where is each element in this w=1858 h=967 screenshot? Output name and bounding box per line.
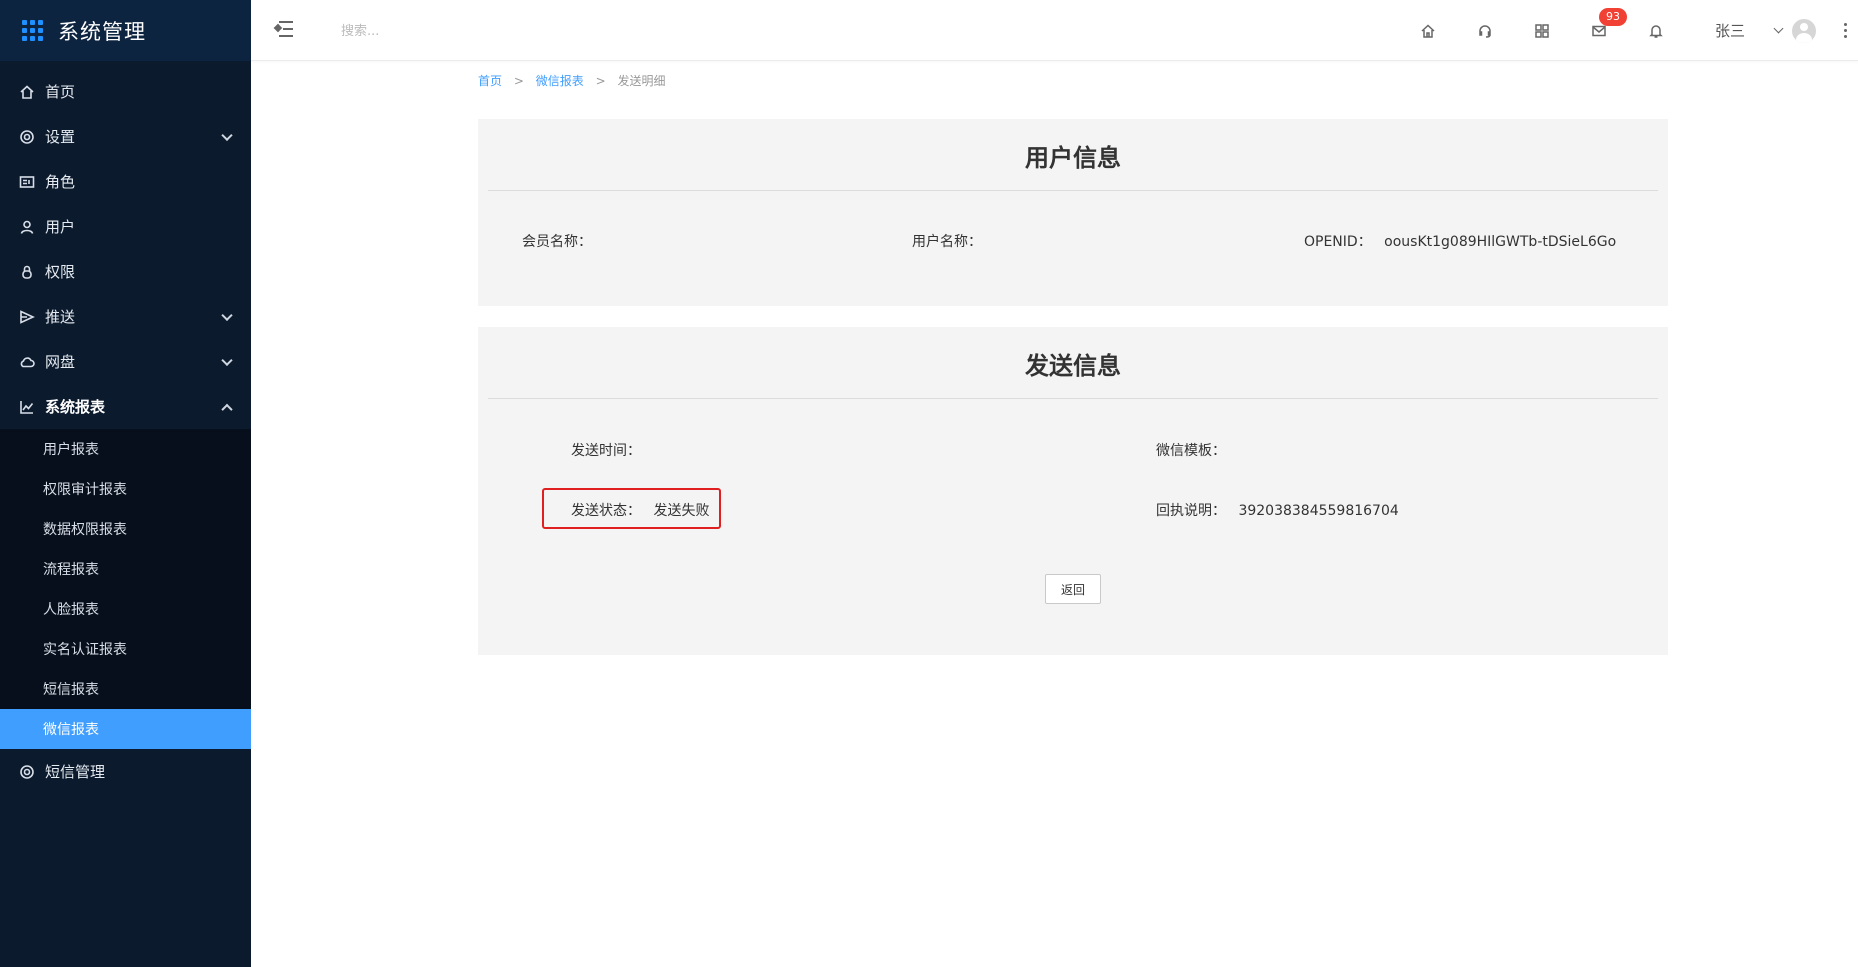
sidebar-item-settings[interactable]: 设置 xyxy=(0,114,251,159)
send-status-label: 发送状态： xyxy=(571,503,641,519)
sidebar-item-label: 用户 xyxy=(45,218,76,236)
chevron-down-icon xyxy=(221,354,233,366)
chevron-up-icon xyxy=(221,403,233,415)
member-name-field: 会员名称： xyxy=(522,231,600,251)
mail-button[interactable]: 93 xyxy=(1571,0,1628,61)
submenu-item-workflow-report[interactable]: 流程报表 xyxy=(0,549,251,589)
submenu-item-permission-audit-report[interactable]: 权限审计报表 xyxy=(0,469,251,509)
breadcrumb-home[interactable]: 首页 xyxy=(478,74,502,88)
search-input[interactable] xyxy=(341,18,561,44)
send-time-label: 发送时间： xyxy=(571,443,641,459)
app-title: 系统管理 xyxy=(58,19,146,44)
breadcrumb-separator: > xyxy=(513,74,524,88)
sidebar-nav-lower: 短信管理 xyxy=(0,749,251,794)
sidebar-item-label: 角色 xyxy=(45,173,76,191)
sidebar-item-roles[interactable]: 角色 xyxy=(0,159,251,204)
template-label: 微信模板： xyxy=(1156,443,1226,459)
user-name[interactable]: 张三 xyxy=(1715,20,1745,41)
breadcrumb-current: 发送明细 xyxy=(617,74,666,88)
sidebar-item-push[interactable]: 推送 xyxy=(0,294,251,339)
sidebar-item-users[interactable]: 用户 xyxy=(0,204,251,249)
chevron-down-icon xyxy=(221,129,233,141)
home-icon xyxy=(19,84,35,100)
send-info-panel: 发送信息 发送时间： 微信模板： 发送状态： 发送失败 回执说明： 392038… xyxy=(478,327,1668,655)
sidebar-item-cloud-drive[interactable]: 网盘 xyxy=(0,339,251,384)
avatar[interactable] xyxy=(1792,18,1816,43)
apps-grid-icon xyxy=(1535,23,1550,38)
send-info-title: 发送信息 xyxy=(1025,352,1121,380)
send-status-value: 发送失败 xyxy=(653,503,710,519)
role-card-icon xyxy=(19,174,35,190)
submenu-item-wechat-report[interactable]: 微信报表 xyxy=(0,709,251,749)
lock-icon xyxy=(19,264,35,280)
sidebar-item-label: 系统报表 xyxy=(45,398,106,416)
report-submenu: 用户报表 权限审计报表 数据权限报表 流程报表 人脸报表 实名认证报表 短信报表… xyxy=(0,429,251,749)
sidebar-item-label: 短信管理 xyxy=(45,763,106,781)
divider xyxy=(488,398,1658,399)
sidebar-item-label: 首页 xyxy=(45,83,76,101)
send-status-field: 发送状态： 发送失败 xyxy=(571,500,709,520)
sidebar-item-label: 设置 xyxy=(45,128,76,146)
menu-collapse-icon[interactable] xyxy=(273,20,295,38)
submenu-item-sms-report[interactable]: 短信报表 xyxy=(0,669,251,709)
divider xyxy=(488,190,1658,191)
sidebar-item-sms-management[interactable]: 短信管理 xyxy=(0,749,251,794)
sidebar: 系统管理 首页 设置 角色 用户 权限 推送 网盘 系统报表 用户报表 权限审计… xyxy=(0,0,251,967)
topbar: 93 张三 xyxy=(251,0,1858,61)
sidebar-item-system-reports[interactable]: 系统报表 xyxy=(0,384,251,429)
sidebar-item-label: 权限 xyxy=(45,263,76,281)
submenu-item-user-report[interactable]: 用户报表 xyxy=(0,429,251,469)
submenu-item-real-name-report[interactable]: 实名认证报表 xyxy=(0,629,251,669)
user-name-field: 用户名称： xyxy=(912,231,990,251)
chart-line-icon xyxy=(19,399,35,415)
home-button[interactable] xyxy=(1400,0,1457,61)
template-field: 微信模板： xyxy=(1156,440,1234,460)
home-icon xyxy=(1421,23,1435,38)
gear-icon xyxy=(19,764,35,780)
sidebar-item-label: 推送 xyxy=(45,308,76,326)
sidebar-item-permissions[interactable]: 权限 xyxy=(0,249,251,294)
openid-field: OPENID： oousKt1g089HIlGWTb-tDSieL6Go xyxy=(1304,231,1616,251)
send-icon xyxy=(19,309,35,325)
topbar-actions: 93 张三 xyxy=(1400,0,1858,61)
support-button[interactable] xyxy=(1457,0,1514,61)
receipt-value: 392038384559816704 xyxy=(1238,503,1399,519)
gear-icon xyxy=(19,129,35,145)
submenu-item-face-report[interactable]: 人脸报表 xyxy=(0,589,251,629)
send-time-field: 发送时间： xyxy=(571,440,649,460)
user-icon xyxy=(19,219,35,235)
receipt-field: 回执说明： 392038384559816704 xyxy=(1156,500,1399,520)
openid-value: oousKt1g089HIlGWTb-tDSieL6Go xyxy=(1384,234,1617,250)
sidebar-nav: 首页 设置 角色 用户 权限 推送 网盘 系统报表 xyxy=(0,69,251,429)
breadcrumb-parent[interactable]: 微信报表 xyxy=(536,74,584,88)
bell-icon xyxy=(1649,24,1664,38)
cloud-icon xyxy=(19,354,35,370)
chevron-down-icon xyxy=(221,309,233,321)
back-button[interactable]: 返回 xyxy=(1045,574,1101,604)
headset-icon xyxy=(1479,24,1492,38)
user-info-title: 用户信息 xyxy=(1025,144,1121,172)
more-vertical-icon[interactable] xyxy=(1844,23,1848,38)
submenu-item-data-permission-report[interactable]: 数据权限报表 xyxy=(0,509,251,549)
user-info-panel: 用户信息 会员名称： 用户名称： OPENID： oousKt1g089HIlG… xyxy=(478,119,1668,306)
member-name-label: 会员名称： xyxy=(522,234,592,250)
notification-button[interactable] xyxy=(1628,0,1685,61)
app-grid-icon xyxy=(22,19,44,42)
receipt-label: 回执说明： xyxy=(1156,503,1226,519)
openid-label: OPENID： xyxy=(1304,234,1372,250)
user-name-label: 用户名称： xyxy=(912,234,982,250)
chevron-down-icon[interactable] xyxy=(1773,23,1784,34)
breadcrumb: 首页 > 微信报表 > 发送明细 xyxy=(478,72,665,89)
sidebar-item-home[interactable]: 首页 xyxy=(0,69,251,114)
brand[interactable]: 系统管理 xyxy=(0,0,251,61)
mail-badge: 93 xyxy=(1598,8,1627,26)
sidebar-item-label: 网盘 xyxy=(45,353,76,371)
breadcrumb-separator: > xyxy=(595,74,606,88)
apps-button[interactable] xyxy=(1514,0,1571,61)
